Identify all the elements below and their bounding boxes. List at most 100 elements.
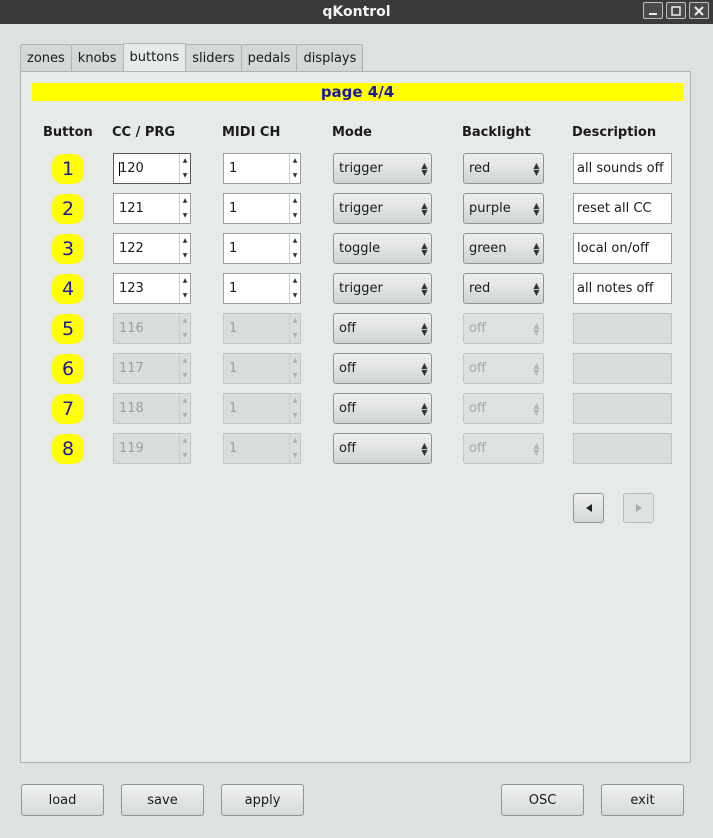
cc-prg-spinbox[interactable]: 118 ▲ ▼ — [113, 393, 191, 424]
backlight-select[interactable]: red ▲ ▼ — [463, 153, 544, 184]
updown-icon: ▲ ▼ — [533, 280, 540, 297]
spin-arrows[interactable]: ▲ ▼ — [179, 434, 190, 463]
midi-ch-spinbox[interactable]: 1 ▲ ▼ — [223, 153, 301, 184]
spin-arrows[interactable]: ▲ ▼ — [289, 314, 300, 343]
button-number-badge: 8 — [52, 434, 84, 464]
spin-arrows[interactable]: ▲ ▼ — [179, 314, 190, 343]
description-field[interactable] — [573, 393, 672, 424]
cc-prg-spinbox[interactable]: 119 ▲ ▼ — [113, 433, 191, 464]
spin-up-icon: ▲ — [292, 197, 298, 205]
tab-pedals[interactable]: pedals — [240, 44, 298, 71]
spin-arrows[interactable]: ▲ ▼ — [289, 394, 300, 423]
save-button[interactable]: save — [121, 784, 204, 816]
minimize-button[interactable] — [643, 2, 663, 19]
load-button[interactable]: load — [21, 784, 104, 816]
cc-prg-value: 121 — [119, 201, 144, 216]
osc-button[interactable]: OSC — [501, 784, 584, 816]
button-number: 5 — [61, 318, 75, 340]
spin-arrows[interactable]: ▲ ▼ — [179, 394, 190, 423]
description-field[interactable] — [573, 313, 672, 344]
midi-ch-value: 1 — [229, 401, 238, 416]
mode-select[interactable]: off ▲ ▼ — [333, 353, 432, 384]
spin-up-icon: ▲ — [292, 397, 298, 405]
tab-zones[interactable]: zones — [20, 44, 72, 71]
prev-page-button[interactable] — [573, 493, 604, 523]
description-field[interactable] — [573, 353, 672, 384]
description-field[interactable]: all notes off — [573, 273, 672, 304]
spin-up-icon: ▲ — [182, 357, 188, 365]
header-backlight: Backlight — [462, 125, 531, 140]
midi-ch-spinbox[interactable]: 1 ▲ ▼ — [223, 393, 301, 424]
backlight-select[interactable]: off ▲ ▼ — [463, 353, 544, 384]
cc-prg-spinbox[interactable]: 120 ▲ ▼ — [113, 153, 191, 184]
mode-select[interactable]: toggle ▲ ▼ — [333, 233, 432, 264]
close-button[interactable] — [689, 2, 709, 19]
spin-arrows[interactable]: ▲ ▼ — [289, 434, 300, 463]
spin-arrows[interactable]: ▲ ▼ — [289, 194, 300, 223]
button-number: 7 — [61, 398, 75, 420]
midi-ch-value: 1 — [229, 361, 238, 376]
spin-arrows[interactable]: ▲ ▼ — [289, 354, 300, 383]
description-field[interactable] — [573, 433, 672, 464]
mode-value: trigger — [339, 281, 383, 296]
midi-ch-spinbox[interactable]: 1 ▲ ▼ — [223, 193, 301, 224]
backlight-select[interactable]: red ▲ ▼ — [463, 273, 544, 304]
backlight-select[interactable]: off ▲ ▼ — [463, 313, 544, 344]
updown-icon: ▲ ▼ — [421, 440, 428, 457]
spin-down-icon: ▼ — [292, 451, 298, 459]
tab-displays[interactable]: displays — [296, 44, 364, 71]
backlight-select[interactable]: green ▲ ▼ — [463, 233, 544, 264]
spin-arrows[interactable]: ▲ ▼ — [179, 154, 190, 183]
cc-prg-spinbox[interactable]: 117 ▲ ▼ — [113, 353, 191, 384]
mode-select[interactable]: trigger ▲ ▼ — [333, 273, 432, 304]
apply-button[interactable]: apply — [221, 784, 304, 816]
tab-sliders[interactable]: sliders — [185, 44, 242, 71]
description-field[interactable]: local on/off — [573, 233, 672, 264]
next-page-button[interactable] — [623, 493, 654, 523]
spin-arrows[interactable]: ▲ ▼ — [179, 234, 190, 263]
description-field[interactable]: all sounds off — [573, 153, 672, 184]
description-value: reset all CC — [577, 201, 652, 216]
backlight-select[interactable]: off ▲ ▼ — [463, 393, 544, 424]
cc-prg-spinbox[interactable]: 122 ▲ ▼ — [113, 233, 191, 264]
midi-ch-spinbox[interactable]: 1 ▲ ▼ — [223, 313, 301, 344]
spin-up-icon: ▲ — [182, 197, 188, 205]
cc-prg-spinbox[interactable]: 116 ▲ ▼ — [113, 313, 191, 344]
midi-ch-spinbox[interactable]: 1 ▲ ▼ — [223, 273, 301, 304]
mode-value: toggle — [339, 241, 381, 256]
spin-down-icon: ▼ — [182, 371, 188, 379]
mode-select[interactable]: off ▲ ▼ — [333, 313, 432, 344]
cc-prg-spinbox[interactable]: 123 ▲ ▼ — [113, 273, 191, 304]
spin-down-icon: ▼ — [292, 411, 298, 419]
cc-prg-value: 123 — [119, 281, 144, 296]
spin-down-icon: ▼ — [292, 291, 298, 299]
mode-select[interactable]: trigger ▲ ▼ — [333, 193, 432, 224]
updown-icon: ▲ ▼ — [421, 200, 428, 217]
backlight-select[interactable]: purple ▲ ▼ — [463, 193, 544, 224]
tab-knobs[interactable]: knobs — [70, 44, 124, 71]
spin-up-icon: ▲ — [292, 437, 298, 445]
mode-select[interactable]: off ▲ ▼ — [333, 433, 432, 464]
description-value: local on/off — [577, 241, 649, 256]
tab-buttons[interactable]: buttons — [122, 43, 187, 71]
button-number-badge: 2 — [52, 194, 84, 224]
spin-arrows[interactable]: ▲ ▼ — [289, 234, 300, 263]
midi-ch-spinbox[interactable]: 1 ▲ ▼ — [223, 353, 301, 384]
spin-arrows[interactable]: ▲ ▼ — [289, 274, 300, 303]
midi-ch-spinbox[interactable]: 1 ▲ ▼ — [223, 233, 301, 264]
spin-arrows[interactable]: ▲ ▼ — [179, 194, 190, 223]
description-field[interactable]: reset all CC — [573, 193, 672, 224]
cc-prg-value: 118 — [119, 401, 144, 416]
cc-prg-spinbox[interactable]: 121 ▲ ▼ — [113, 193, 191, 224]
exit-button[interactable]: exit — [601, 784, 684, 816]
spin-arrows[interactable]: ▲ ▼ — [179, 274, 190, 303]
backlight-select[interactable]: off ▲ ▼ — [463, 433, 544, 464]
spin-up-icon: ▲ — [292, 237, 298, 245]
mode-select[interactable]: trigger ▲ ▼ — [333, 153, 432, 184]
maximize-button[interactable] — [666, 2, 686, 19]
cc-prg-value: 120 — [119, 161, 144, 176]
spin-arrows[interactable]: ▲ ▼ — [179, 354, 190, 383]
midi-ch-spinbox[interactable]: 1 ▲ ▼ — [223, 433, 301, 464]
spin-arrows[interactable]: ▲ ▼ — [289, 154, 300, 183]
mode-select[interactable]: off ▲ ▼ — [333, 393, 432, 424]
